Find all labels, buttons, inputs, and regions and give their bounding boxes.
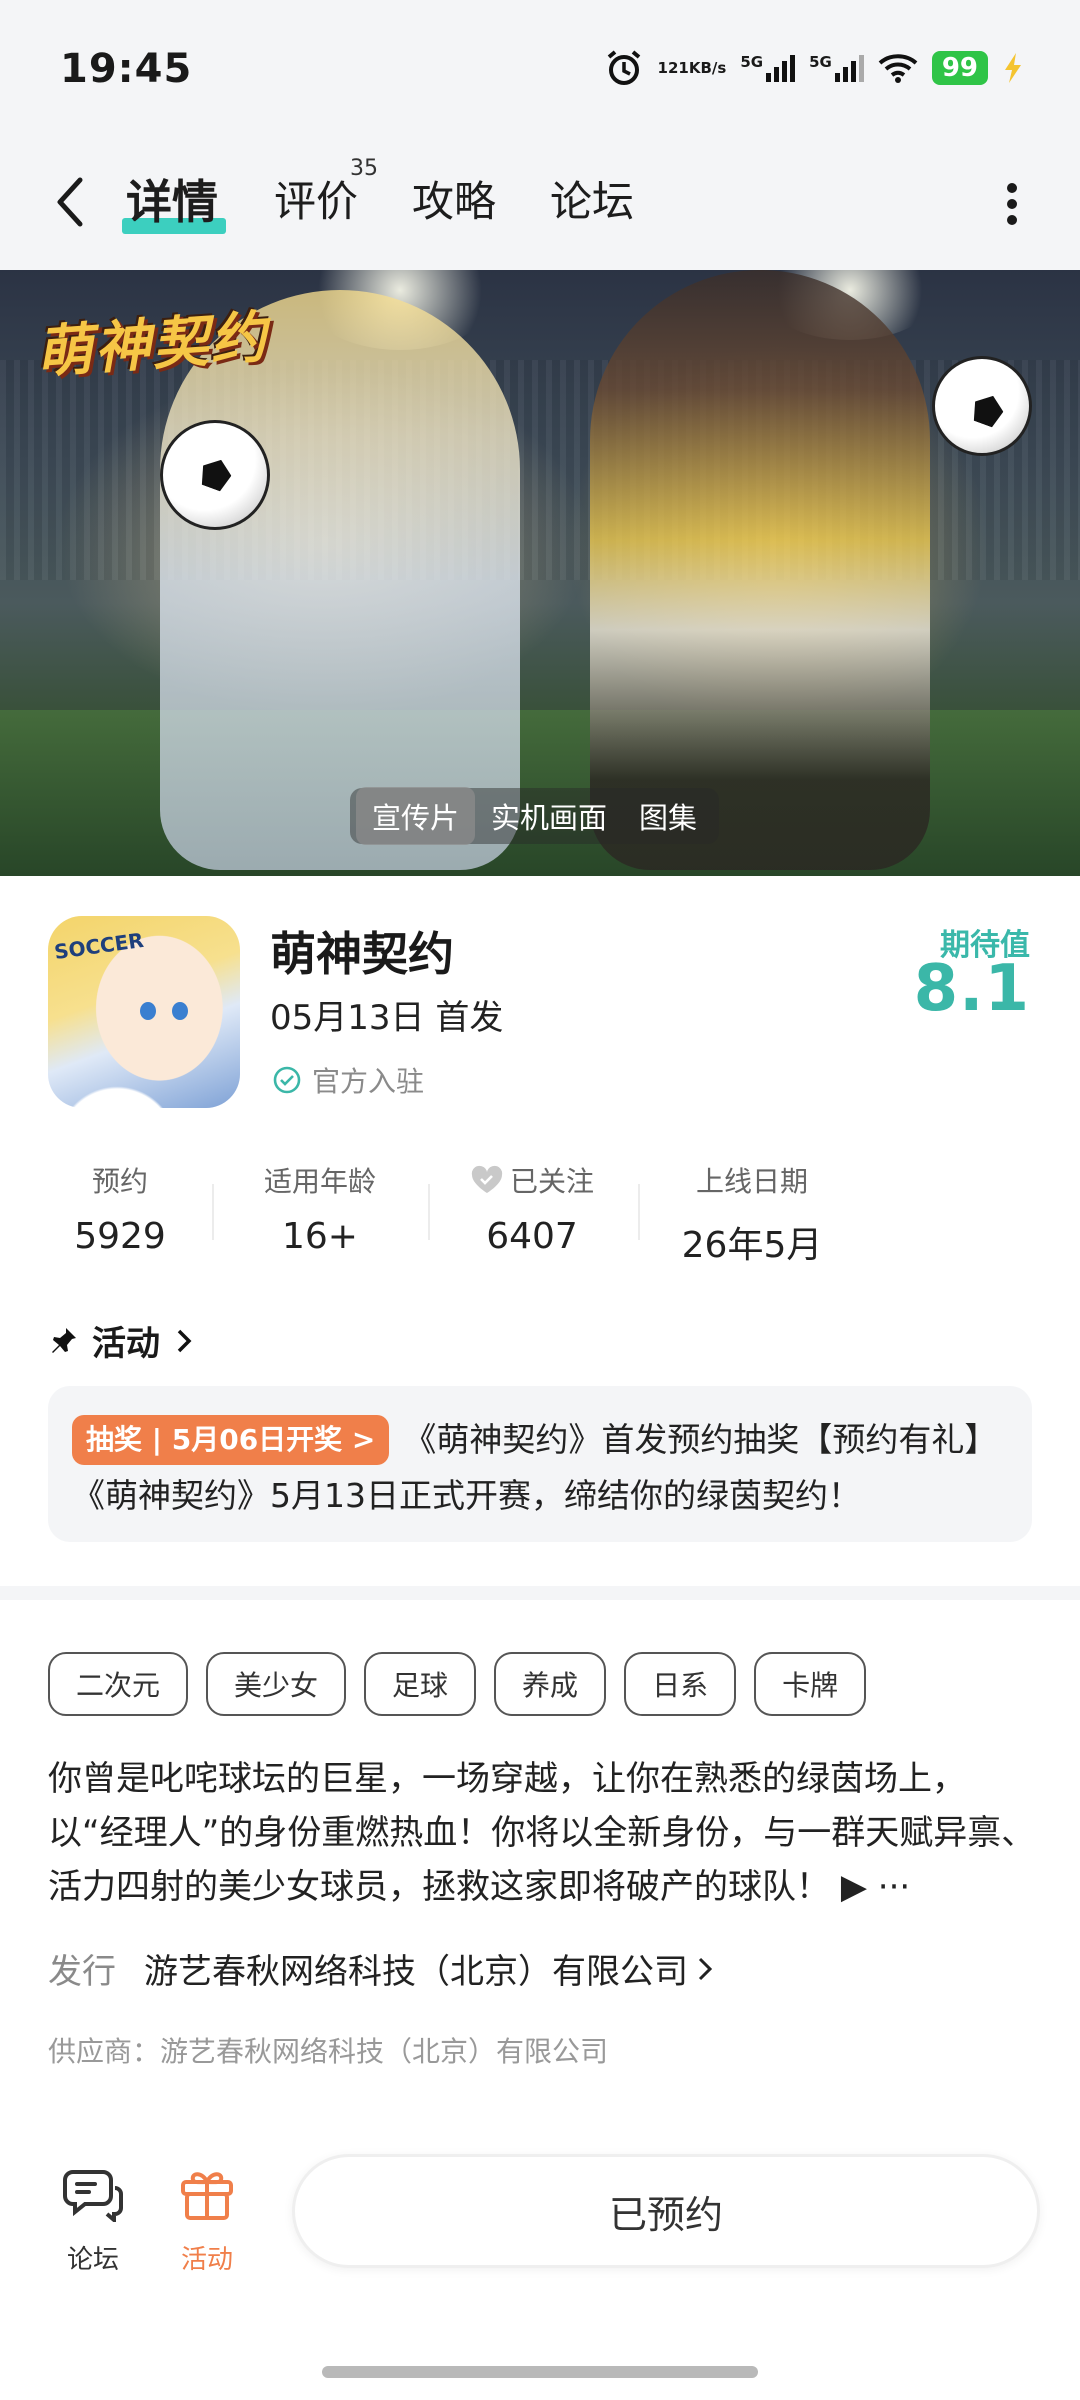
activity-text: 抽奖 | 5月06日开奖 > 《萌神契约》首发预约抽奖【预约有礼】《萌神契约》5月… (72, 1412, 1008, 1524)
activity-heading: 活动 (92, 1324, 160, 1364)
battery-icon: 99 (931, 51, 988, 85)
publisher-row[interactable]: 发行 游艺春秋网络科技（北京）有限公司 (48, 1944, 716, 1993)
icon-eye (172, 1002, 188, 1020)
stat-launch-date: 上线日期 26年5月 (681, 1165, 823, 1266)
status-bar: 19:45 121 KB/s 5G 5G 99 (0, 0, 1080, 140)
home-indicator[interactable] (322, 2366, 758, 2378)
lottery-tag[interactable]: 抽奖 | 5月06日开奖 > (72, 1415, 390, 1465)
tag-item[interactable]: 养成 (494, 1652, 607, 1716)
chevron-right-icon (177, 1329, 192, 1352)
media-tab-gameplay[interactable]: 实机画面 (475, 787, 623, 845)
divider (638, 1184, 640, 1240)
bottom-action-bar: 论坛 活动 已预约 (0, 2130, 1080, 2310)
soccer-ball-icon (932, 356, 1032, 456)
expect-value: 8.1 (913, 952, 1030, 1026)
top-nav: 详情 评价 35 攻略 论坛 (0, 140, 1080, 270)
tag-item[interactable]: 日系 (624, 1652, 737, 1716)
check-circle-icon (273, 1066, 301, 1094)
official-label: 官方入驻 (312, 1065, 425, 1098)
publisher-label: 发行 (48, 1952, 116, 1992)
tab-guides[interactable]: 攻略 (412, 168, 496, 229)
heart-icon (471, 1165, 503, 1193)
divider (212, 1184, 214, 1240)
activity-button[interactable]: 活动 (162, 2166, 252, 2276)
stats-row: 预约 5929 适用年龄 16+ 已关注 6407 上线日期 26年5月 (0, 1160, 1080, 1270)
tag-item[interactable]: 美少女 (206, 1652, 347, 1716)
forum-button[interactable]: 论坛 (48, 2166, 138, 2276)
media-tab-gallery[interactable]: 图集 (623, 787, 713, 845)
release-date: 05月13日 首发 (270, 998, 504, 1038)
icon-eye (140, 1002, 156, 1020)
stat-age: 适用年龄 16+ (263, 1165, 376, 1257)
game-icon: SOCCER (48, 916, 240, 1108)
section-divider (0, 1586, 1080, 1600)
signal-icon: 5G (740, 53, 796, 83)
forum-icon (63, 2170, 123, 2225)
media-tabs: 宣传片 实机画面 图集 (350, 787, 720, 845)
status-time: 19:45 (60, 46, 193, 92)
publisher-name: 游艺春秋网络科技（北京）有限公司 (144, 1952, 688, 1992)
wifi-icon (878, 52, 918, 84)
game-title: 萌神契约 (270, 927, 454, 981)
character-left (160, 290, 520, 870)
official-badge: 官方入驻 (272, 1060, 424, 1100)
reviews-count-badge: 35 (350, 156, 378, 181)
icon-text: SOCCER (52, 927, 146, 965)
net-speed: 121 KB/s (657, 58, 727, 77)
activity-card[interactable]: 抽奖 | 5月06日开奖 > 《萌神契约》首发预约抽奖【预约有礼】《萌神契约》5月… (48, 1386, 1032, 1542)
character-right (590, 270, 930, 870)
pin-icon (52, 1327, 76, 1353)
tag-item[interactable]: 卡牌 (754, 1652, 867, 1716)
game-logo: 萌神契约 (34, 304, 271, 387)
tab-reviews[interactable]: 评价 (274, 168, 358, 229)
back-button[interactable] (50, 166, 94, 236)
divider (428, 1184, 430, 1240)
tag-item[interactable]: 二次元 (48, 1652, 189, 1716)
stat-followers: 已关注 6407 (462, 1160, 602, 1257)
game-banner[interactable]: 萌神契约 宣传片 实机画面 图集 (0, 270, 1080, 876)
expand-description-button[interactable]: ▶ ··· (841, 1867, 910, 1907)
tab-forum[interactable]: 论坛 (550, 168, 634, 229)
charging-icon (1002, 52, 1024, 84)
supplier-info: 供应商：游艺春秋网络科技（北京）有限公司 (48, 2035, 609, 2068)
tab-details[interactable]: 详情 (126, 166, 218, 232)
media-tab-trailer[interactable]: 宣传片 (356, 787, 476, 845)
game-description[interactable]: 你曾是叱咤球坛的巨星，一场穿越，让你在熟悉的绿茵场上，以“经理人”的身份重燃热血… (48, 1752, 1038, 1914)
stat-reservations: 预约 5929 (74, 1165, 166, 1257)
status-icons: 121 KB/s 5G 5G 99 (604, 48, 1024, 88)
gift-icon (181, 2172, 233, 2220)
alarm-icon (604, 48, 644, 88)
chevron-right-icon (698, 1957, 713, 1980)
signal-icon-2: 5G (809, 53, 864, 83)
reserved-button[interactable]: 已预约 (292, 2154, 1040, 2268)
more-options-icon[interactable] (1006, 176, 1018, 232)
soccer-ball-icon (160, 420, 270, 530)
tag-list: 二次元 美少女 足球 养成 日系 卡牌 (48, 1652, 867, 1716)
activity-header[interactable]: 活动 (50, 1316, 194, 1365)
tag-item[interactable]: 足球 (364, 1652, 477, 1716)
